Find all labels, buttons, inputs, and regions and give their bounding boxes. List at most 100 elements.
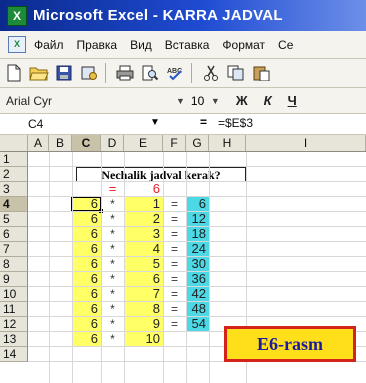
row-header-1[interactable]: 1 bbox=[0, 152, 28, 167]
cell-d3[interactable]: = bbox=[101, 182, 124, 196]
row-header-13[interactable]: 13 bbox=[0, 332, 28, 347]
cell-g10[interactable]: 42 bbox=[186, 287, 209, 301]
menu-view[interactable]: Вид bbox=[130, 38, 152, 52]
column-header-f[interactable]: F bbox=[163, 135, 186, 151]
formula-input[interactable]: =$E$3 bbox=[218, 116, 253, 130]
cell-e8[interactable]: 5 bbox=[124, 257, 163, 271]
cell-f6[interactable]: = bbox=[163, 227, 186, 241]
cell-e11[interactable]: 8 bbox=[124, 302, 163, 316]
paste-icon[interactable] bbox=[250, 62, 272, 84]
menu-format[interactable]: Формат bbox=[222, 38, 265, 52]
column-header-a[interactable]: A bbox=[28, 135, 49, 151]
cell-d9[interactable]: * bbox=[101, 272, 124, 286]
column-header-h[interactable]: H bbox=[209, 135, 246, 151]
column-header-b[interactable]: B bbox=[49, 135, 72, 151]
column-header-g[interactable]: G bbox=[186, 135, 209, 151]
cell-e7[interactable]: 4 bbox=[124, 242, 163, 256]
menu-service[interactable]: Се bbox=[278, 38, 293, 52]
cell-c4[interactable]: 6 bbox=[72, 197, 101, 211]
cell-g11[interactable]: 48 bbox=[186, 302, 209, 316]
cell-d4[interactable]: * bbox=[101, 197, 124, 211]
permission-icon[interactable] bbox=[78, 62, 100, 84]
row-header-7[interactable]: 7 bbox=[0, 242, 28, 257]
cell-d13[interactable]: * bbox=[101, 332, 124, 346]
menu-file[interactable]: Файл bbox=[34, 38, 64, 52]
cell-d12[interactable]: * bbox=[101, 317, 124, 331]
cell-c7[interactable]: 6 bbox=[72, 242, 101, 256]
underline-button[interactable]: Ч bbox=[288, 93, 297, 108]
cell-g12[interactable]: 54 bbox=[186, 317, 209, 331]
cell-c11[interactable]: 6 bbox=[72, 302, 101, 316]
menu-insert[interactable]: Вставка bbox=[165, 38, 210, 52]
cell-d10[interactable]: * bbox=[101, 287, 124, 301]
cell-f7[interactable]: = bbox=[163, 242, 186, 256]
cell-c12[interactable]: 6 bbox=[72, 317, 101, 331]
cell-d6[interactable]: * bbox=[101, 227, 124, 241]
cell-c13[interactable]: 6 bbox=[72, 332, 101, 346]
row-header-10[interactable]: 10 bbox=[0, 287, 28, 302]
formula-equals-button[interactable]: = bbox=[200, 115, 207, 129]
cell-e13[interactable]: 10 bbox=[124, 332, 163, 346]
cell-d5[interactable]: * bbox=[101, 212, 124, 226]
cell-g6[interactable]: 18 bbox=[186, 227, 209, 241]
row-header-8[interactable]: 8 bbox=[0, 257, 28, 272]
cut-icon[interactable] bbox=[200, 62, 222, 84]
column-header-e[interactable]: E bbox=[124, 135, 163, 151]
cell-g9[interactable]: 36 bbox=[186, 272, 209, 286]
cell-f12[interactable]: = bbox=[163, 317, 186, 331]
print-icon[interactable] bbox=[114, 62, 136, 84]
cell-d8[interactable]: * bbox=[101, 257, 124, 271]
name-box-dropdown-icon[interactable]: ▼ bbox=[150, 117, 160, 128]
italic-button[interactable]: К bbox=[264, 93, 272, 108]
cell-c5[interactable]: 6 bbox=[72, 212, 101, 226]
cell-g8[interactable]: 30 bbox=[186, 257, 209, 271]
copy-icon[interactable] bbox=[225, 62, 247, 84]
cell-f10[interactable]: = bbox=[163, 287, 186, 301]
menu-edit[interactable]: Правка bbox=[77, 38, 118, 52]
new-document-icon[interactable] bbox=[3, 62, 25, 84]
row-header-3[interactable]: 3 bbox=[0, 182, 28, 197]
row-header-5[interactable]: 5 bbox=[0, 212, 28, 227]
open-folder-icon[interactable] bbox=[28, 62, 50, 84]
cell-g7[interactable]: 24 bbox=[186, 242, 209, 256]
row-header-12[interactable]: 12 bbox=[0, 317, 28, 332]
workbook-icon[interactable]: X bbox=[8, 36, 26, 53]
cell-e10[interactable]: 7 bbox=[124, 287, 163, 301]
cell-d11[interactable]: * bbox=[101, 302, 124, 316]
excel-app-icon[interactable]: X bbox=[7, 5, 27, 26]
select-all-corner[interactable] bbox=[0, 135, 28, 151]
column-header-c[interactable]: C bbox=[72, 135, 101, 151]
cell-f4[interactable]: = bbox=[163, 197, 186, 211]
cell-f8[interactable]: = bbox=[163, 257, 186, 271]
cell-g4[interactable]: 6 bbox=[186, 197, 209, 211]
cell-g5[interactable]: 12 bbox=[186, 212, 209, 226]
save-icon[interactable] bbox=[53, 62, 75, 84]
row-header-6[interactable]: 6 bbox=[0, 227, 28, 242]
cell-c8[interactable]: 6 bbox=[72, 257, 101, 271]
cell-f5[interactable]: = bbox=[163, 212, 186, 226]
cell-e6[interactable]: 3 bbox=[124, 227, 163, 241]
cell-f9[interactable]: = bbox=[163, 272, 186, 286]
cell-f11[interactable]: = bbox=[163, 302, 186, 316]
bold-button[interactable]: Ж bbox=[236, 93, 248, 108]
spelling-icon[interactable]: ABC bbox=[164, 62, 186, 84]
cell-e5[interactable]: 2 bbox=[124, 212, 163, 226]
cell-e4[interactable]: 1 bbox=[124, 197, 163, 211]
row-header-2[interactable]: 2 bbox=[0, 167, 28, 182]
row-header-14[interactable]: 14 bbox=[0, 347, 28, 362]
cell-e12[interactable]: 9 bbox=[124, 317, 163, 331]
column-header-d[interactable]: D bbox=[101, 135, 124, 151]
cell-d7[interactable]: * bbox=[101, 242, 124, 256]
cell-c6[interactable]: 6 bbox=[72, 227, 101, 241]
row-header-11[interactable]: 11 bbox=[0, 302, 28, 317]
cell-e3[interactable]: 6 bbox=[124, 182, 163, 196]
column-header-i[interactable]: I bbox=[246, 135, 366, 151]
cell-e9[interactable]: 6 bbox=[124, 272, 163, 286]
row-header-9[interactable]: 9 bbox=[0, 272, 28, 287]
font-name-select[interactable]: Arial Cyr bbox=[6, 94, 136, 108]
cell-c10[interactable]: 6 bbox=[72, 287, 101, 301]
font-size-select[interactable]: ▼ 10 ▼ bbox=[176, 94, 220, 108]
cell-c9[interactable]: 6 bbox=[72, 272, 101, 286]
name-box[interactable]: C4 bbox=[28, 116, 118, 132]
print-preview-icon[interactable] bbox=[139, 62, 161, 84]
